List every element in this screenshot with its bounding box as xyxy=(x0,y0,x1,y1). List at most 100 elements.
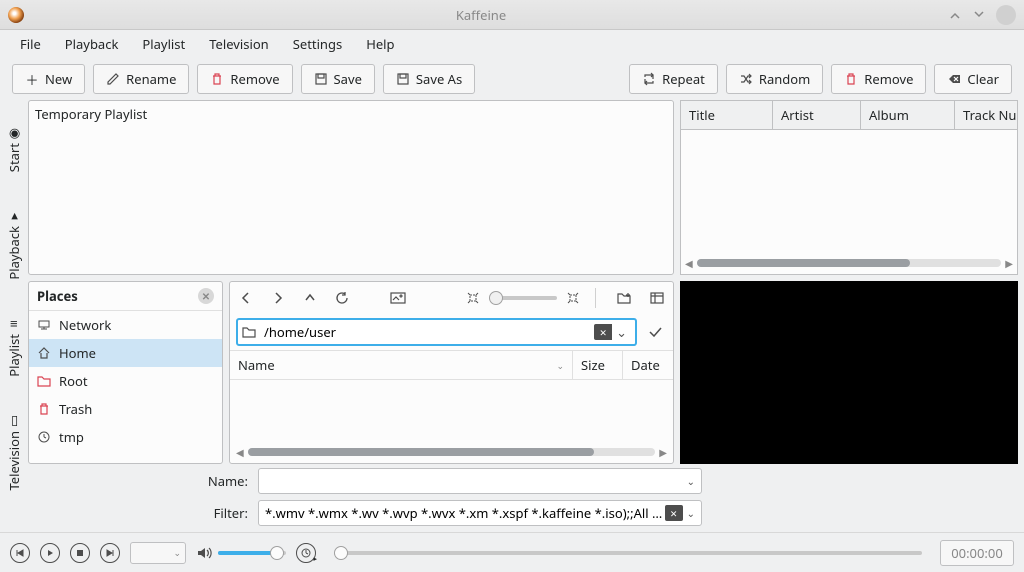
preview-icon[interactable] xyxy=(388,288,408,308)
path-dropdown-icon[interactable]: ⌄ xyxy=(612,323,631,341)
filter-label: Filter: xyxy=(30,504,258,522)
stop-button[interactable] xyxy=(70,543,90,563)
save-button[interactable]: Save xyxy=(301,64,375,94)
col-size[interactable]: Size xyxy=(573,351,623,379)
toolbar: ＋New Rename Remove Save Save As Repeat R… xyxy=(0,58,1024,100)
playlist-item[interactable]: Temporary Playlist xyxy=(35,105,667,123)
home-icon xyxy=(37,346,51,360)
menu-television[interactable]: Television xyxy=(199,31,279,57)
view-options-icon[interactable] xyxy=(647,288,667,308)
back-icon[interactable] xyxy=(236,288,256,308)
close-places-icon[interactable]: ✕ xyxy=(198,288,214,304)
name-dropdown-icon[interactable]: ⌄ xyxy=(687,474,695,488)
next-button[interactable] xyxy=(100,543,120,563)
player-bar: ⌄ ▸ 00:00:00 xyxy=(0,532,1024,572)
tab-start[interactable]: Start◉ xyxy=(0,108,28,187)
app-icon xyxy=(8,7,24,23)
col-title[interactable]: Title xyxy=(681,101,773,129)
shuffle-icon xyxy=(739,72,753,86)
menu-help[interactable]: Help xyxy=(356,31,404,57)
plus-icon: ＋ xyxy=(25,72,39,86)
menu-file[interactable]: File xyxy=(10,31,51,57)
playback-icon: ▸ xyxy=(7,206,21,220)
close-icon[interactable] xyxy=(996,5,1016,25)
sort-dropdown-icon[interactable]: ⌄ xyxy=(556,359,564,372)
scroll-right-icon[interactable]: ▶ xyxy=(659,445,667,459)
folder-icon xyxy=(242,326,256,338)
clear-filter-icon[interactable]: ✕ xyxy=(665,505,683,521)
scroll-left-icon[interactable]: ◀ xyxy=(685,256,693,270)
place-item-network[interactable]: Network xyxy=(29,311,222,339)
tracks-header: Title Artist Album Track Nu xyxy=(680,100,1018,130)
side-tabs: Start◉ Playback▸ Playlist≡ Television▭ xyxy=(0,100,28,532)
path-input[interactable]: ✕ ⌄ xyxy=(236,318,637,346)
maximize-icon[interactable] xyxy=(972,8,986,22)
filter-input[interactable]: ✕ ⌄ xyxy=(258,500,702,526)
clear-path-icon[interactable]: ✕ xyxy=(594,324,612,340)
remove-track-button[interactable]: Remove xyxy=(831,64,926,94)
name-label: Name: xyxy=(30,472,258,490)
tracks-body[interactable]: ◀ ▶ xyxy=(680,130,1018,275)
new-button[interactable]: ＋New xyxy=(12,64,85,94)
up-icon[interactable] xyxy=(300,288,320,308)
col-album[interactable]: Album xyxy=(861,101,955,129)
scroll-right-icon[interactable]: ▶ xyxy=(1005,256,1013,270)
file-browser: ✕ ⌄ Name⌄ Size Date ◀ ▶ xyxy=(229,281,674,464)
file-hscroll[interactable]: ◀ ▶ xyxy=(236,445,667,459)
clear-button[interactable]: Clear xyxy=(934,64,1012,94)
tv-icon: ▭ xyxy=(7,411,21,425)
tracks-hscroll[interactable]: ◀ ▶ xyxy=(685,256,1013,270)
rename-button[interactable]: Rename xyxy=(93,64,189,94)
save-icon xyxy=(314,72,328,86)
path-field[interactable] xyxy=(260,323,594,341)
tab-television[interactable]: Television▭ xyxy=(0,396,28,506)
reload-icon[interactable] xyxy=(332,288,352,308)
window-title: Kaffeine xyxy=(24,6,938,24)
name-input[interactable]: ⌄ xyxy=(258,468,702,494)
accept-path-icon[interactable] xyxy=(643,324,667,340)
place-item-trash[interactable]: Trash xyxy=(29,395,222,423)
menu-playlist[interactable]: Playlist xyxy=(132,31,195,57)
tab-playlist[interactable]: Playlist≡ xyxy=(0,299,28,392)
menu-settings[interactable]: Settings xyxy=(283,31,352,57)
repeat-button[interactable]: Repeat xyxy=(629,64,718,94)
zoom-in-icon[interactable] xyxy=(563,288,583,308)
playlist-list[interactable]: Temporary Playlist xyxy=(28,100,674,275)
col-tracknum[interactable]: Track Nu xyxy=(955,101,1017,129)
start-icon: ◉ xyxy=(7,123,21,137)
file-columns: Name⌄ Size Date xyxy=(230,350,673,380)
filter-dropdown-icon[interactable]: ⌄ xyxy=(687,506,695,520)
trash-icon xyxy=(37,402,51,416)
places-header: Places ✕ xyxy=(29,282,222,311)
save-icon xyxy=(396,72,410,86)
place-item-root[interactable]: Root xyxy=(29,367,222,395)
tab-playback[interactable]: Playback▸ xyxy=(0,191,28,295)
col-artist[interactable]: Artist xyxy=(773,101,861,129)
volume-icon[interactable] xyxy=(196,546,212,560)
volume-control[interactable] xyxy=(196,546,286,560)
seek-slider[interactable] xyxy=(334,551,922,555)
file-list[interactable]: ◀ ▶ xyxy=(230,380,673,463)
zoom-out-icon[interactable] xyxy=(463,288,483,308)
new-folder-icon[interactable] xyxy=(615,288,635,308)
aspect-select[interactable]: ⌄ xyxy=(130,542,186,564)
menu-playback[interactable]: Playback xyxy=(55,31,129,57)
titlebar: Kaffeine xyxy=(0,0,1024,30)
clock-icon xyxy=(37,430,51,444)
network-icon xyxy=(37,318,51,332)
place-item-home[interactable]: Home xyxy=(29,339,222,367)
place-item-tmp[interactable]: tmp xyxy=(29,423,222,451)
col-name[interactable]: Name⌄ xyxy=(230,351,573,379)
random-button[interactable]: Random xyxy=(726,64,823,94)
browser-toolbar xyxy=(230,282,673,314)
remove-button[interactable]: Remove xyxy=(197,64,292,94)
minimize-icon[interactable] xyxy=(948,8,962,22)
scroll-left-icon[interactable]: ◀ xyxy=(236,445,244,459)
prev-button[interactable] xyxy=(10,543,30,563)
timer-button[interactable]: ▸ xyxy=(296,543,316,563)
saveas-button[interactable]: Save As xyxy=(383,64,475,94)
play-button[interactable] xyxy=(40,543,60,563)
col-date[interactable]: Date xyxy=(623,351,673,379)
zoom-slider[interactable] xyxy=(463,288,583,308)
forward-icon[interactable] xyxy=(268,288,288,308)
